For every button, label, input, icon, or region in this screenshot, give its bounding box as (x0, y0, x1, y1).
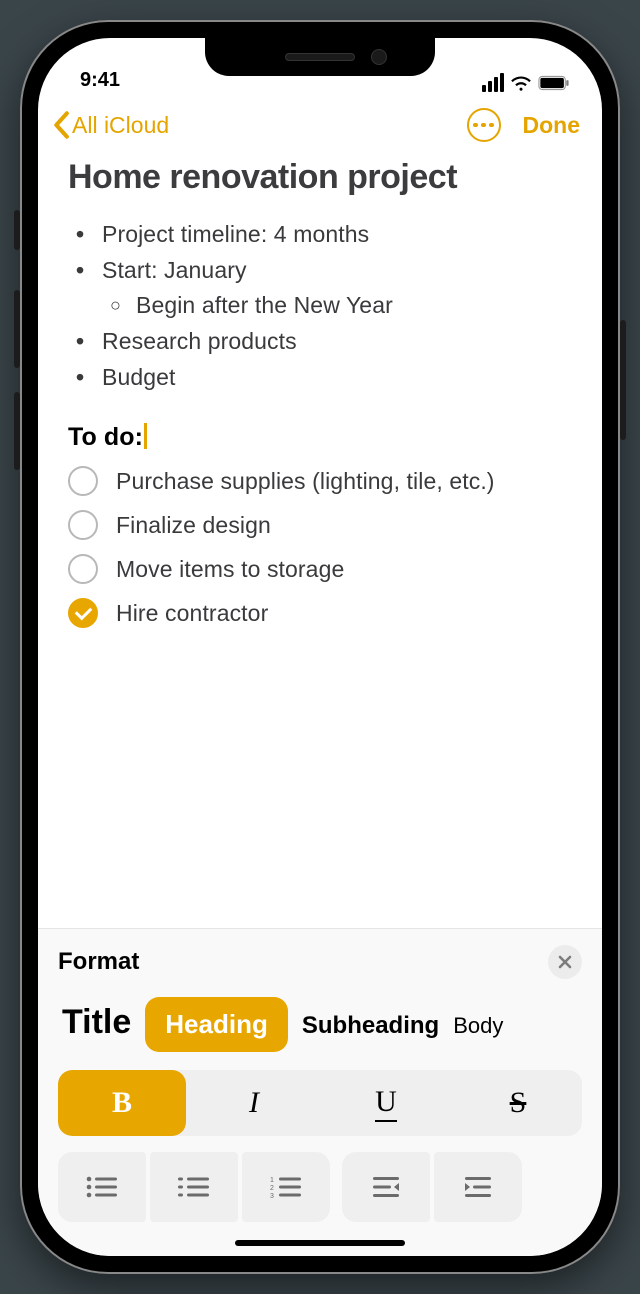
checklist-item[interactable]: Purchase supplies (lighting, tile, etc.) (68, 466, 572, 496)
strikethrough-button[interactable]: S (454, 1070, 582, 1136)
volume-down (14, 392, 20, 470)
back-button[interactable]: All iCloud (52, 111, 169, 139)
outdent-icon (367, 1174, 405, 1200)
wifi-icon (510, 74, 532, 92)
chevron-left-icon (52, 111, 70, 139)
checkbox-checked-icon[interactable] (68, 598, 98, 628)
list-item[interactable]: Start: January Begin after the New Year (76, 253, 572, 324)
style-body[interactable]: Body (453, 1013, 503, 1039)
cellular-icon (482, 73, 504, 92)
outdent-button[interactable] (342, 1152, 430, 1222)
indent-icon (459, 1174, 497, 1200)
text-cursor (144, 423, 147, 449)
italic-button[interactable]: I (190, 1070, 318, 1136)
numbered-list-button[interactable]: 123 (242, 1152, 330, 1222)
back-label: All iCloud (72, 112, 169, 139)
list-controls: 123 (58, 1152, 582, 1222)
bullet-list-button[interactable] (58, 1152, 146, 1222)
paragraph-style-picker[interactable]: Title Heading Subheading Body (58, 997, 582, 1052)
indent-button[interactable] (434, 1152, 522, 1222)
underline-button[interactable]: U (322, 1070, 450, 1136)
screen: 9:41 All iCloud (38, 38, 602, 1256)
text-style-group: B I U S (58, 1070, 582, 1136)
list-item[interactable]: Begin after the New Year (110, 288, 572, 324)
bold-button[interactable]: B (58, 1070, 186, 1136)
checklist-item[interactable]: Move items to storage (68, 554, 572, 584)
svg-text:3: 3 (270, 1193, 274, 1200)
checkbox-empty-icon[interactable] (68, 554, 98, 584)
note-editor[interactable]: Home renovation project Project timeline… (38, 148, 602, 928)
note-heading[interactable]: To do: (68, 419, 572, 452)
phone-frame: 9:41 All iCloud (20, 20, 620, 1274)
nav-bar: All iCloud Done (38, 94, 602, 148)
home-indicator[interactable] (235, 1240, 405, 1246)
checklist-item[interactable]: Finalize design (68, 510, 572, 540)
svg-text:1: 1 (270, 1177, 274, 1184)
checkbox-empty-icon[interactable] (68, 466, 98, 496)
checkbox-empty-icon[interactable] (68, 510, 98, 540)
list-item[interactable]: Budget (76, 360, 572, 396)
note-title[interactable]: Home renovation project (68, 158, 572, 197)
bullet-list-icon (85, 1174, 119, 1200)
style-heading[interactable]: Heading (145, 997, 288, 1052)
mute-switch (14, 210, 20, 250)
checklist-item[interactable]: Hire contractor (68, 598, 572, 628)
format-panel: Format Title Heading Subheading Body B I… (38, 928, 602, 1256)
svg-text:2: 2 (270, 1185, 274, 1192)
style-title[interactable]: Title (62, 1003, 131, 1042)
close-button[interactable] (548, 945, 582, 979)
done-button[interactable]: Done (523, 112, 581, 139)
numbered-list-icon: 123 (269, 1174, 303, 1200)
list-item[interactable]: Project timeline: 4 months (76, 217, 572, 253)
format-title: Format (58, 948, 139, 976)
style-subheading[interactable]: Subheading (302, 1012, 439, 1040)
close-icon (558, 955, 572, 969)
power-button (620, 320, 626, 440)
volume-up (14, 290, 20, 368)
battery-icon (538, 75, 570, 91)
dash-list-button[interactable] (150, 1152, 238, 1222)
list-item[interactable]: Research products (76, 324, 572, 360)
checklist[interactable]: Purchase supplies (lighting, tile, etc.)… (68, 466, 572, 628)
more-button[interactable] (467, 108, 501, 142)
notch (205, 38, 435, 76)
status-time: 9:41 (80, 69, 120, 92)
dash-list-icon (177, 1174, 211, 1200)
bullet-list[interactable]: Project timeline: 4 months Start: Januar… (68, 217, 572, 395)
